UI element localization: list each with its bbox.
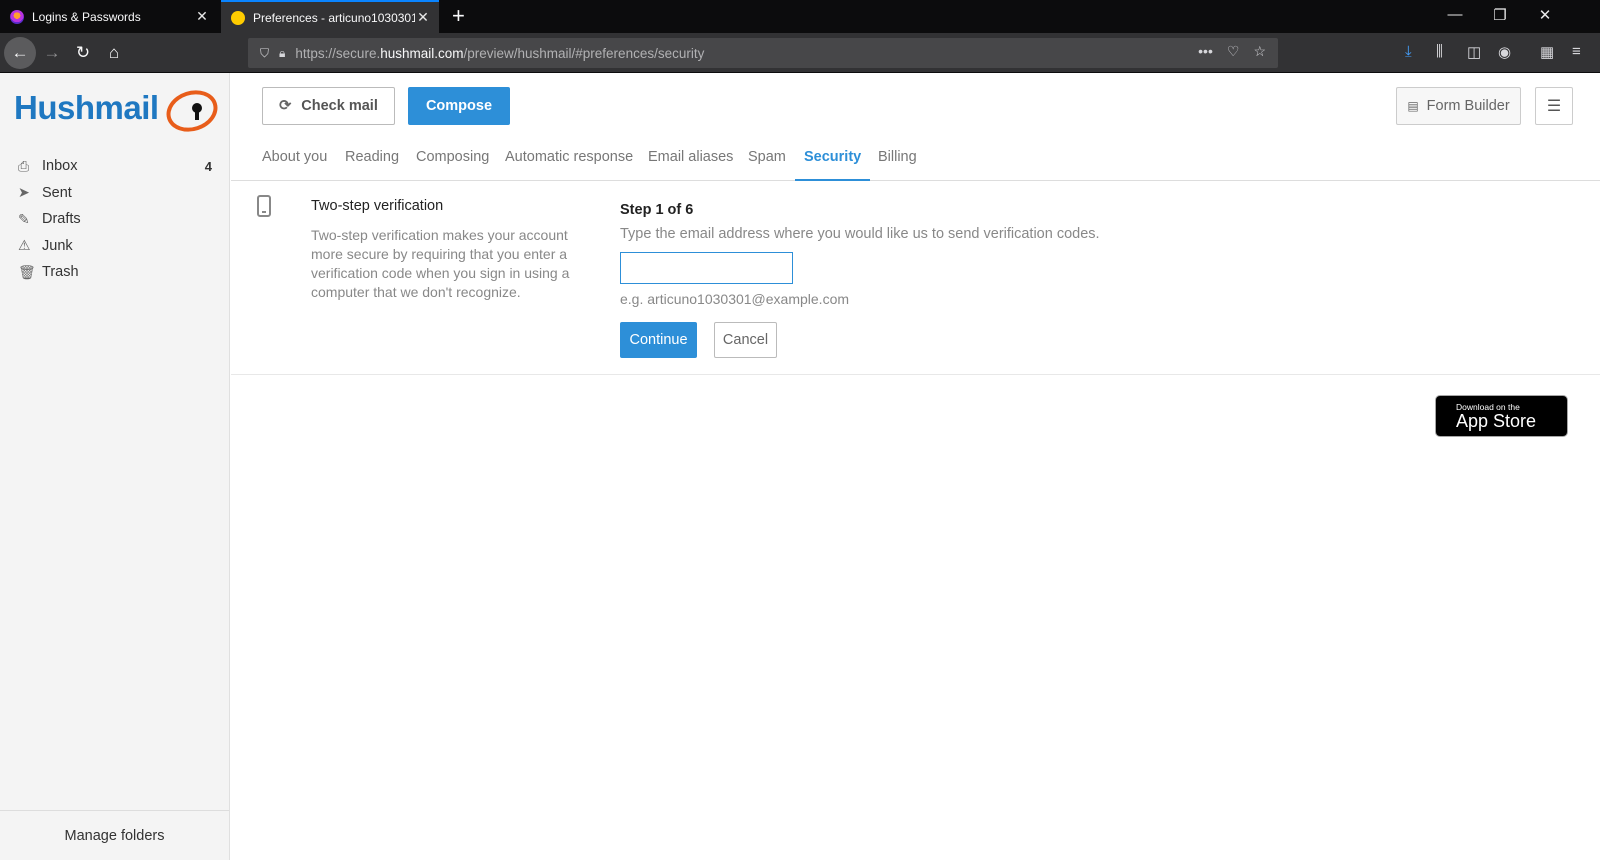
restore-icon[interactable]: ❐ — [1485, 6, 1515, 24]
hamburger-menu-icon[interactable]: ☰ — [1535, 87, 1573, 125]
section-description: Two-step verification makes your account… — [311, 227, 570, 300]
new-tab-icon[interactable]: + — [452, 4, 465, 28]
forward-icon[interactable]: → — [36, 37, 68, 69]
url-prefix: https://secure. — [295, 45, 381, 61]
refresh-icon: ⟳ — [279, 98, 292, 114]
manage-folders-link[interactable]: Manage folders — [0, 810, 229, 860]
tab-composing[interactable]: Composing — [416, 143, 489, 181]
tab-reading[interactable]: Reading — [345, 143, 399, 181]
bookmark-star-icon[interactable]: ☆ — [1253, 43, 1266, 60]
app-store-badge[interactable]: Download on the App Store — [1435, 395, 1568, 437]
compose-button[interactable]: Compose — [408, 87, 510, 125]
step-description: Type the email address where you would l… — [620, 226, 1100, 242]
browser-tab-preferences[interactable]: Preferences - articuno1030301@ ✕ — [221, 0, 439, 33]
account-avatar-icon[interactable]: ◉ — [1498, 43, 1511, 61]
sidebar-item-drafts[interactable]: ✎ Drafts — [18, 206, 218, 233]
form-icon: ▤ — [1407, 99, 1419, 113]
folder-label: Sent — [42, 184, 72, 201]
tab-title: Preferences - articuno1030301@ — [253, 10, 415, 25]
close-tab-icon[interactable]: ✕ — [415, 9, 431, 26]
unread-count: 4 — [204, 158, 212, 174]
paper-plane-icon: ➤ — [18, 184, 30, 201]
back-icon[interactable]: ← — [4, 37, 36, 69]
shield-icon[interactable]: ⛉ — [260, 46, 269, 61]
url-host: hushmail.com — [380, 45, 464, 61]
extensions-icon[interactable]: ▦ — [1540, 43, 1554, 61]
app-store-big-text: App Store — [1456, 410, 1537, 431]
logo-text: Hushmail — [14, 89, 159, 126]
url-path: /preview/hushmail/#preferences/security — [463, 45, 705, 61]
mail-sidebar: Hushmail ⎙ Inbox 4 ➤ Sent ✎ Drafts ⚠ Jun… — [0, 73, 230, 860]
step-indicator: Step 1 of 6 — [620, 202, 694, 218]
sidebar-item-sent[interactable]: ➤ Sent — [18, 180, 218, 207]
trash-icon: 🗑︎ — [18, 263, 36, 280]
folder-list: ⎙ Inbox 4 ➤ Sent ✎ Drafts ⚠ Junk 🗑︎ Tras… — [18, 153, 218, 286]
keyhole-icon — [192, 103, 202, 120]
tab-billing[interactable]: Billing — [878, 143, 917, 181]
preferences-tabs: About you Reading Composing Automatic re… — [231, 143, 1600, 181]
hushmail-logo[interactable]: Hushmail — [14, 83, 223, 139]
sidebar-icon[interactable]: ◫ — [1467, 43, 1481, 61]
pencil-icon: ✎ — [18, 210, 30, 227]
app-store-small-text: Download on the — [1456, 401, 1520, 412]
page-actions-icon[interactable]: ••• — [1198, 43, 1213, 60]
tab-about-you[interactable]: About you — [262, 143, 327, 181]
pocket-icon[interactable]: ♡ — [1227, 43, 1240, 60]
tab-automatic-response[interactable]: Automatic response — [505, 143, 633, 181]
window-close-icon[interactable]: ✕ — [1530, 6, 1560, 24]
browser-tab-logins[interactable]: Logins & Passwords ✕ — [0, 0, 218, 33]
folder-label: Inbox — [42, 158, 78, 175]
hushmail-favicon-icon — [231, 10, 245, 25]
tab-spam[interactable]: Spam — [748, 143, 786, 181]
tab-security[interactable]: Security — [795, 143, 871, 181]
url-bar[interactable]: ⛉ 🔒︎ https://secure. hushmail.com/preview… — [248, 38, 1278, 68]
home-icon[interactable]: ⌂ — [98, 37, 130, 69]
sidebar-item-trash[interactable]: 🗑︎ Trash — [18, 259, 218, 286]
sidebar-item-junk[interactable]: ⚠ Junk — [18, 233, 218, 260]
main-content: ⟳ Check mail Compose ▤ Form Builder ☰ Ab… — [231, 73, 1600, 860]
app-menu-icon[interactable]: ≡ — [1572, 43, 1581, 60]
mobile-phone-icon — [257, 195, 271, 217]
firefox-lockwise-icon — [10, 9, 24, 24]
close-tab-icon[interactable]: ✕ — [194, 8, 210, 25]
reload-icon[interactable]: ↻ — [67, 37, 99, 69]
two-step-verification-section: Two-step verification Two-step verificat… — [231, 181, 1600, 375]
library-icon[interactable]: ⫼ — [1436, 43, 1443, 60]
browser-tab-bar: Logins & Passwords ✕ Preferences - artic… — [0, 0, 1600, 33]
form-builder-label: Form Builder — [1426, 98, 1510, 114]
folder-label: Trash — [42, 264, 79, 281]
folder-label: Junk — [42, 237, 73, 254]
check-mail-label: Check mail — [301, 98, 378, 114]
minimize-icon[interactable]: — — [1440, 6, 1470, 23]
tab-email-aliases[interactable]: Email aliases — [648, 143, 733, 181]
sidebar-item-inbox[interactable]: ⎙ Inbox 4 — [18, 153, 218, 180]
lock-icon[interactable]: 🔒︎ — [279, 46, 285, 61]
download-icon[interactable]: ⤓ — [1405, 43, 1412, 60]
folder-label: Drafts — [42, 211, 81, 228]
check-mail-button[interactable]: ⟳ Check mail — [262, 87, 395, 125]
inbox-icon: ⎙ — [18, 157, 30, 174]
warning-icon: ⚠ — [18, 237, 31, 254]
email-example-hint: e.g. articuno1030301@example.com — [620, 291, 850, 307]
verification-email-input[interactable] — [620, 252, 793, 284]
form-builder-button[interactable]: ▤ Form Builder — [1396, 87, 1521, 125]
continue-button[interactable]: Continue — [620, 322, 697, 358]
cancel-button[interactable]: Cancel — [714, 322, 777, 358]
section-title: Two-step verification — [311, 198, 444, 214]
browser-nav-bar: ← → ↻ ⌂ ⛉ 🔒︎ https://secure. hushmail.com… — [0, 33, 1600, 73]
tab-title: Logins & Passwords — [32, 9, 141, 24]
